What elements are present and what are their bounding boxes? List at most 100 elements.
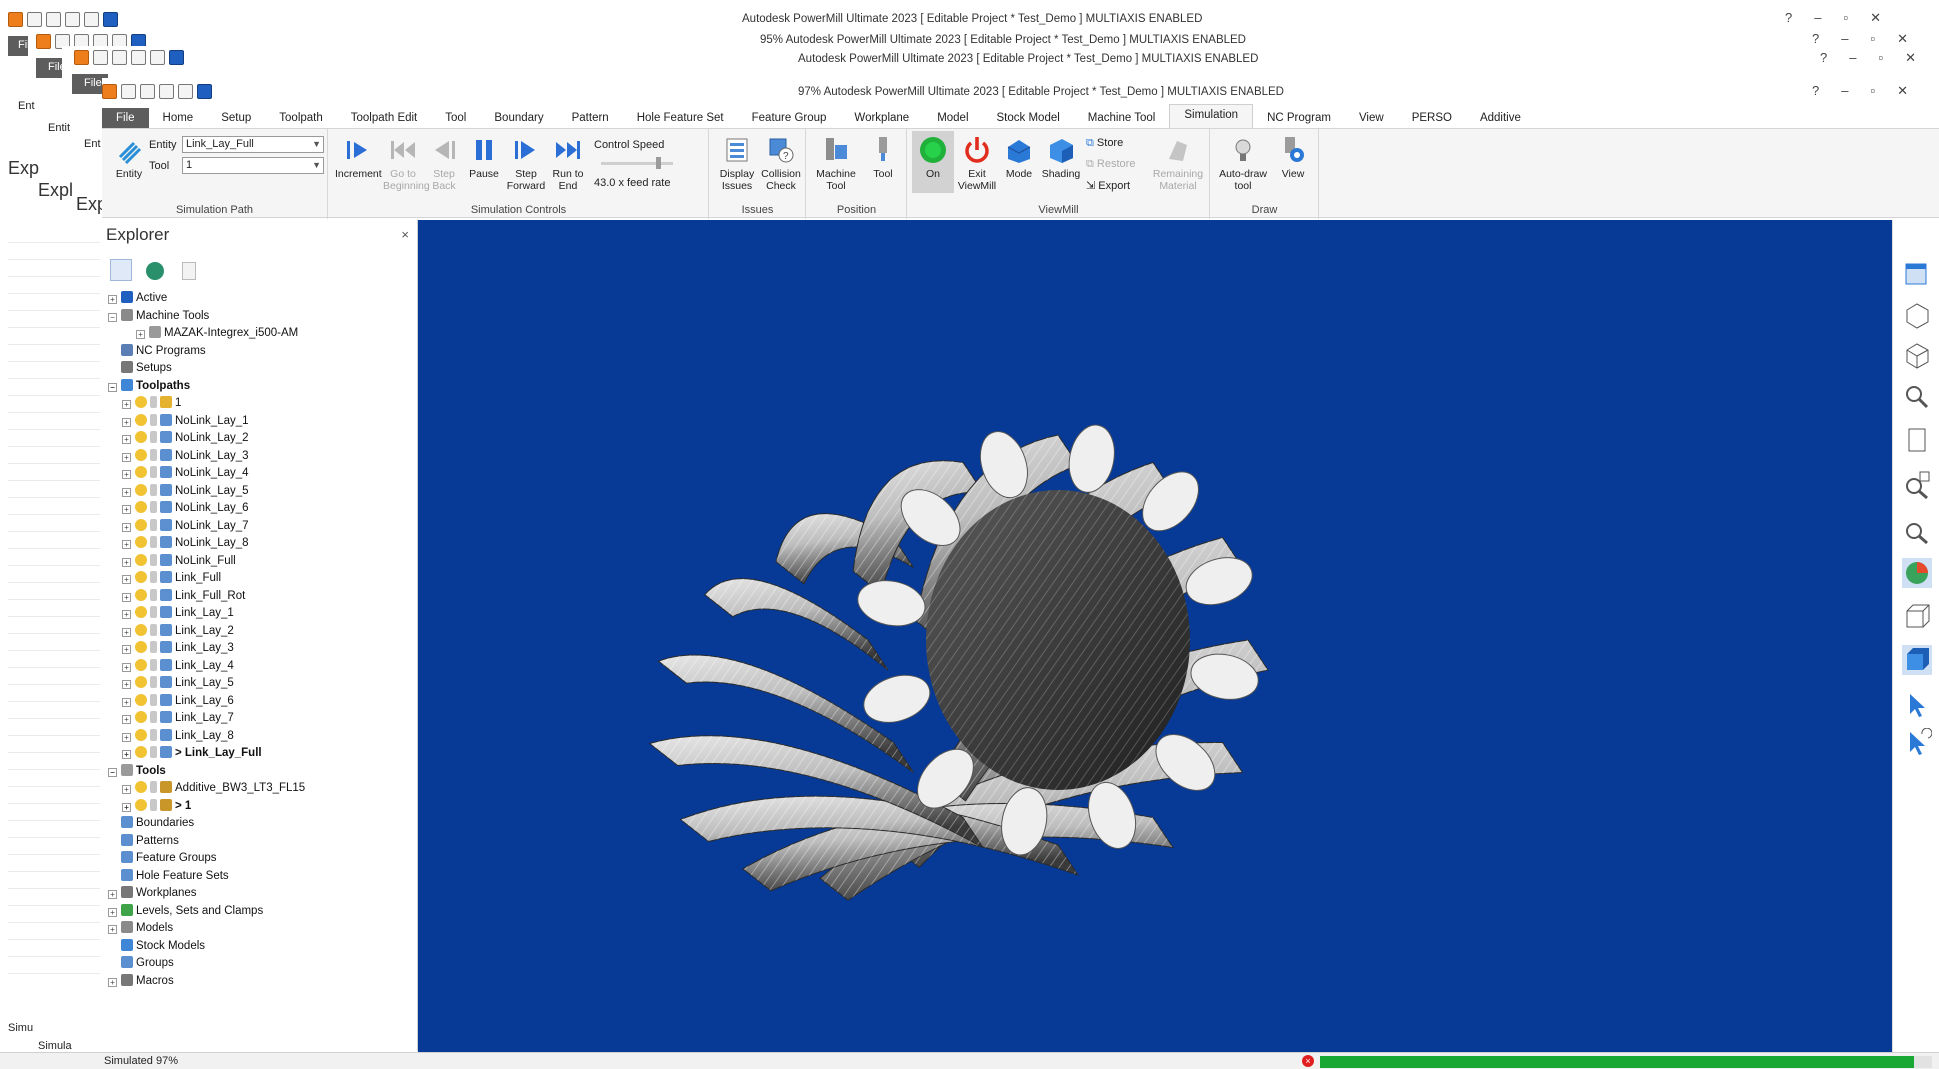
lightbulb-icon[interactable] — [150, 501, 157, 513]
expand-icon[interactable]: + — [122, 522, 131, 532]
expand-icon[interactable]: + — [122, 452, 131, 462]
tree-item[interactable]: + MAZAK-Integrex_i500-AM — [136, 325, 298, 342]
tab-feature-group[interactable]: Feature Group — [738, 108, 841, 128]
tree-item[interactable]: + > Link_Lay_Full — [122, 745, 262, 762]
tree-item[interactable]: + NoLink_Lay_5 — [122, 483, 249, 500]
tree-item[interactable]: Hole Feature Sets — [108, 868, 229, 885]
collision-check-button[interactable]: ? Collision Check — [758, 135, 804, 192]
go-to-beginning-button[interactable]: Go to Beginning — [383, 135, 430, 192]
graphics-viewport[interactable] — [418, 220, 1892, 1052]
trash-icon[interactable] — [182, 262, 196, 280]
collapse-icon[interactable]: − — [108, 382, 117, 392]
calc-icon[interactable] — [150, 49, 165, 65]
tab-model[interactable]: Model — [923, 108, 982, 128]
open-icon[interactable] — [121, 83, 136, 99]
lightbulb-icon[interactable] — [150, 571, 157, 583]
tab-stock-model[interactable]: Stock Model — [983, 108, 1074, 128]
tree-item[interactable]: + Link_Lay_7 — [122, 710, 234, 727]
expand-icon[interactable]: + — [122, 732, 131, 742]
lightbulb-icon[interactable] — [150, 536, 157, 548]
expand-icon[interactable]: + — [122, 645, 131, 654]
tree-item[interactable]: NC Programs — [108, 343, 206, 360]
tab-pattern[interactable]: Pattern — [558, 108, 623, 128]
open-icon[interactable] — [93, 49, 108, 65]
expand-icon[interactable]: + — [122, 575, 131, 584]
shaded-sphere-icon[interactable] — [1902, 558, 1932, 588]
close-icon[interactable]: × — [401, 227, 409, 242]
window-controls[interactable]: ?–▫✕ — [1812, 83, 1930, 99]
lightbulb-icon[interactable] — [150, 553, 157, 566]
speed-slider-thumb[interactable] — [656, 157, 661, 169]
lightbulb-icon[interactable] — [150, 728, 157, 741]
tree-item[interactable]: + Additive_BW3_LT3_FL15 — [122, 780, 305, 797]
cursor-rotate-icon[interactable] — [1902, 728, 1932, 758]
lightbulb-icon[interactable] — [150, 746, 157, 758]
lightbulb-icon[interactable] — [150, 448, 157, 461]
tab-machine-tool[interactable]: Machine Tool — [1074, 108, 1170, 128]
export-button[interactable]: ⇲ Export — [1086, 179, 1130, 192]
tab-workplane[interactable]: Workplane — [840, 108, 923, 128]
tab-hole-feature-set[interactable]: Hole Feature Set — [623, 108, 738, 128]
tab-toolpath[interactable]: Toolpath — [265, 108, 336, 128]
lightbulb-icon[interactable] — [150, 676, 157, 688]
entity-select[interactable]: Link_Lay_Full ▼ — [182, 136, 324, 153]
tree-item[interactable]: + Link_Lay_2 — [122, 623, 234, 640]
tree-item[interactable]: Groups — [108, 955, 174, 972]
expand-icon[interactable]: + — [122, 417, 131, 427]
view-from-top-icon[interactable] — [1902, 260, 1932, 290]
tree-item[interactable]: + Link_Lay_6 — [122, 693, 234, 710]
expand-icon[interactable]: + — [108, 925, 117, 934]
lightbulb-icon[interactable] — [150, 641, 157, 653]
increment-button[interactable]: Increment — [335, 135, 382, 180]
tab-toolpath-edit[interactable]: Toolpath Edit — [337, 108, 432, 128]
tree-item[interactable]: + NoLink_Lay_7 — [122, 518, 249, 535]
tree-item[interactable]: + NoLink_Lay_8 — [122, 535, 249, 552]
tree-item[interactable]: Setups — [108, 360, 172, 377]
step-forward-button[interactable]: Step Forward — [505, 135, 547, 192]
chart-icon[interactable] — [159, 83, 174, 99]
macro-icon[interactable] — [169, 49, 184, 65]
shading-button[interactable]: Shading — [1040, 135, 1082, 180]
tab-tool[interactable]: Tool — [431, 108, 480, 128]
save-icon[interactable] — [46, 11, 61, 27]
lightbulb-icon[interactable] — [150, 711, 157, 723]
tree-item[interactable]: + > 1 — [122, 798, 191, 815]
tree-item[interactable]: + Link_Lay_1 — [122, 605, 234, 622]
step-back-button[interactable]: Step Back — [425, 135, 463, 192]
lightbulb-icon[interactable] — [150, 413, 157, 426]
expand-icon[interactable]: + — [122, 487, 131, 497]
expand-icon[interactable]: + — [122, 435, 131, 444]
expand-icon[interactable]: + — [122, 680, 131, 689]
tree-item[interactable]: + Models — [108, 920, 173, 937]
display-issues-button[interactable]: Display Issues — [716, 135, 758, 192]
restore-button[interactable]: ⧉ Restore — [1086, 158, 1135, 171]
tree-item[interactable]: − Toolpaths — [108, 378, 190, 395]
page-icon[interactable] — [1902, 425, 1932, 455]
tab-boundary[interactable]: Boundary — [480, 108, 557, 128]
view-button[interactable]: View — [1273, 135, 1313, 180]
expand-icon[interactable]: + — [122, 662, 131, 672]
tree-item[interactable]: + NoLink_Full — [122, 553, 236, 570]
lightbulb-icon[interactable] — [150, 466, 157, 478]
remaining-material-button[interactable]: Remaining Material — [1148, 135, 1208, 192]
tree-item[interactable]: + Workplanes — [108, 885, 197, 902]
chart-icon[interactable] — [131, 49, 146, 65]
zoom-out-icon[interactable] — [1902, 515, 1932, 545]
tree-item[interactable]: + NoLink_Lay_2 — [122, 430, 249, 447]
tree-view-icon[interactable] — [110, 259, 132, 281]
tree-item[interactable]: + NoLink_Lay_6 — [122, 500, 249, 517]
expand-icon[interactable]: + — [122, 540, 131, 549]
tree-item[interactable]: − Tools — [108, 763, 166, 780]
tree-item[interactable]: + Link_Full — [122, 570, 221, 587]
tree-item[interactable]: Stock Models — [108, 938, 205, 955]
tree-item[interactable]: +1 — [122, 395, 181, 412]
tree-item[interactable]: + NoLink_Lay_4 — [122, 465, 249, 482]
tree-item[interactable]: + Link_Lay_5 — [122, 675, 234, 692]
tree-item[interactable]: + Link_Lay_8 — [122, 728, 234, 745]
exit-viewmill-button[interactable]: Exit ViewMill — [956, 135, 998, 192]
tab-perso[interactable]: PERSO — [1398, 108, 1466, 128]
tab-view[interactable]: View — [1345, 108, 1398, 128]
tree-item[interactable]: + Macros — [108, 973, 174, 990]
expand-icon[interactable]: + — [108, 295, 117, 304]
expand-icon[interactable]: + — [122, 557, 131, 567]
